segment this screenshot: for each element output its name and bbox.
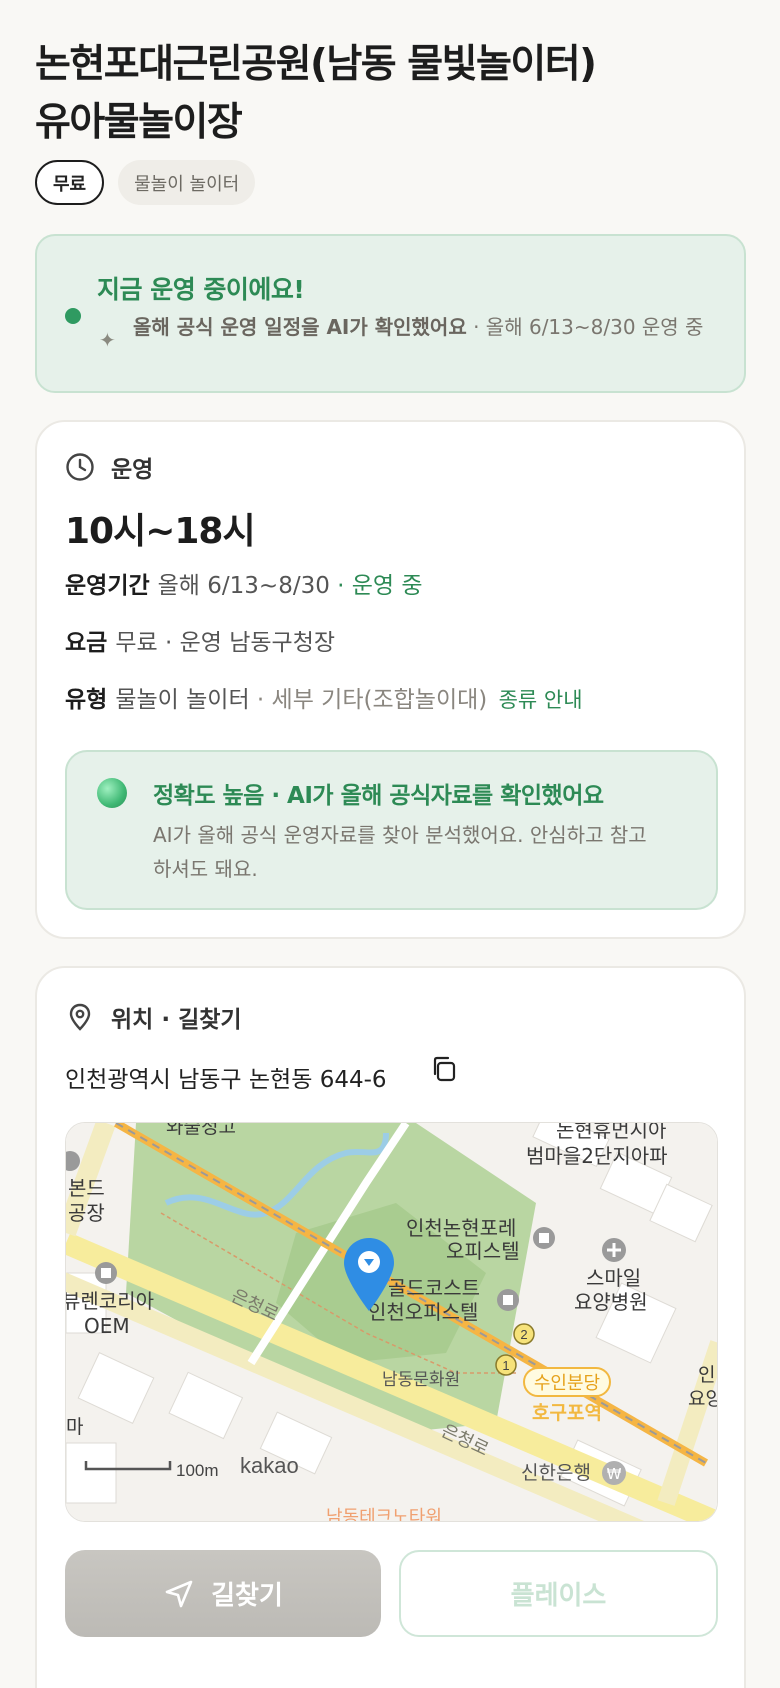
place-button[interactable]: 플레이스 — [399, 1550, 718, 1637]
location-label: 위치 · 길찾기 — [111, 1007, 242, 1033]
title-line-2: 유아물놀이장 — [35, 100, 243, 145]
navigation-arrow-icon — [165, 1580, 193, 1607]
status-dot-icon — [65, 308, 81, 324]
type-detail: · 세부 기타(조합놀이대) — [249, 687, 488, 713]
map-label-bottom: 남동테크노타워 — [326, 1507, 442, 1522]
status-sub-rest: · 올해 6/13~8/30 운영 중 — [466, 315, 704, 339]
period-row: 운영기간 올해 6/13~8/30 · 운영 중 — [65, 566, 423, 600]
map-label-bank: 신한은행 — [521, 1462, 591, 1484]
map-label-left-ma: 마 — [66, 1416, 83, 1438]
map-label-goldcoast-2: 인천오피스텔 — [368, 1300, 478, 1324]
map-view[interactable]: 2 1 와술정고 논현휴먼시아 범마을2단지아파 본드 공장 인천논현포레 오피… — [65, 1122, 718, 1522]
map-label-top-right-1: 논현휴먼시아 — [556, 1123, 666, 1142]
map-label-goldcoast-1: 골드코스트 — [388, 1276, 480, 1300]
type-value: 물놀이 놀이터 — [115, 687, 250, 713]
map-label-office-2: 오피스텔 — [446, 1239, 520, 1263]
tag-free: 무료 — [35, 160, 105, 205]
hospital-marker-icon — [602, 1238, 626, 1262]
map-label-left-2: 공장 — [68, 1201, 105, 1225]
status-title: 지금 운영 중이에요! — [97, 275, 305, 304]
location-header: 위치 · 길찾기 — [65, 1000, 242, 1034]
fee-row: 요금 무료 · 운영 남동구청장 — [65, 623, 335, 657]
status-card: 지금 운영 중이에요! ✦ 올해 공식 운영 일정을 AI가 확인했어요 · 올… — [35, 234, 746, 393]
directions-button-label: 길찾기 — [211, 1581, 283, 1611]
period-value: 올해 6/13~8/30 — [157, 573, 330, 599]
map-label-top-left: 와술정고 — [166, 1123, 236, 1138]
map-label-smile-2: 요양병원 — [574, 1290, 648, 1314]
page: 논현포대근린공원(남동 물빛놀이터) 유아물놀이장 무료 물놀이 놀이터 지금 … — [0, 0, 780, 1688]
status-subtitle: 올해 공식 운영 일정을 AI가 확인했어요 · 올해 6/13~8/30 운영… — [133, 314, 733, 341]
directions-button[interactable]: 길찾기 — [65, 1550, 381, 1637]
accuracy-orb-icon — [97, 778, 127, 808]
location-pin-icon — [69, 1003, 91, 1031]
place-button-label: 플레이스 — [510, 1581, 607, 1611]
title-line-1: 논현포대근린공원(남동 물빛놀이터) — [35, 42, 597, 87]
exit-1-label: 1 — [502, 1358, 509, 1373]
map-label-oem-1: 뷰렌코리아 — [66, 1289, 154, 1313]
address-text: 인천광역시 남동구 논현동 644-6 — [65, 1067, 387, 1093]
bank-marker-icon: ₩ — [602, 1461, 626, 1485]
map-brand-logo: kakao — [240, 1453, 299, 1478]
tag-type: 물놀이 놀이터 — [118, 160, 256, 205]
sparkle-icon: ✦ — [99, 328, 116, 352]
operation-header: 운영 — [65, 450, 153, 484]
clock-icon — [66, 453, 94, 481]
map-canvas[interactable]: 2 1 와술정고 논현휴먼시아 범마을2단지아파 본드 공장 인천논현포레 오피… — [66, 1123, 718, 1522]
tag-list: 무료 물놀이 놀이터 — [35, 160, 256, 205]
type-label: 유형 — [65, 687, 108, 713]
period-label: 운영기간 — [65, 573, 150, 599]
map-label-smile-1: 스마일 — [586, 1266, 641, 1290]
copy-icon[interactable] — [429, 1054, 459, 1084]
type-guide-link[interactable]: 종류 안내 — [499, 688, 583, 712]
map-label-station: 수인분당 — [534, 1373, 600, 1394]
accuracy-description: AI가 올해 공식 운영자료를 찾아 분석했어요. 안심하고 참고하셔도 돼요. — [153, 823, 647, 881]
map-label-office-1: 인천논현포레 — [406, 1216, 516, 1240]
type-row: 유형 물놀이 놀이터 · 세부 기타(조합놀이대) 종류 안내 — [65, 680, 583, 714]
status-sub-bold: 올해 공식 운영 일정을 AI가 확인했어요 — [133, 315, 467, 339]
operation-hours: 10시~18시 — [65, 511, 256, 552]
map-scale-label: 100m — [176, 1461, 219, 1480]
map-label-right-2: 요양 — [688, 1388, 718, 1410]
fee-label: 요금 — [65, 630, 108, 656]
accuracy-box: 정확도 높음 · AI가 올해 공식자료를 확인했어요 AI가 올해 공식 운영… — [65, 750, 718, 910]
map-label-culture: 남동문화원 — [382, 1370, 460, 1390]
map-label-left-1: 본드 — [68, 1176, 105, 1200]
operation-card: 운영 10시~18시 운영기간 올해 6/13~8/30 · 운영 중 요금 무료 … — [35, 420, 746, 939]
map-label-top-right-2: 범마을2단지아파 — [526, 1144, 668, 1168]
svg-text:₩: ₩ — [607, 1465, 622, 1483]
fee-value: 무료 · 운영 남동구청장 — [115, 630, 336, 656]
map-label-station-2: 호구포역 — [532, 1402, 602, 1424]
location-card: 위치 · 길찾기 인천광역시 남동구 논현동 644-6 2 1 와술정고 논현… — [35, 966, 746, 1688]
accuracy-title: 정확도 높음 · AI가 올해 공식자료를 확인했어요 — [153, 783, 604, 809]
page-title: 논현포대근린공원(남동 물빛놀이터) 유아물놀이장 — [35, 36, 735, 152]
period-status: · 운영 중 — [329, 573, 423, 599]
operation-label: 운영 — [111, 457, 154, 483]
exit-2-label: 2 — [520, 1327, 527, 1342]
map-label-right-1: 인 — [698, 1364, 715, 1386]
map-label-oem-2: OEM — [84, 1314, 130, 1338]
